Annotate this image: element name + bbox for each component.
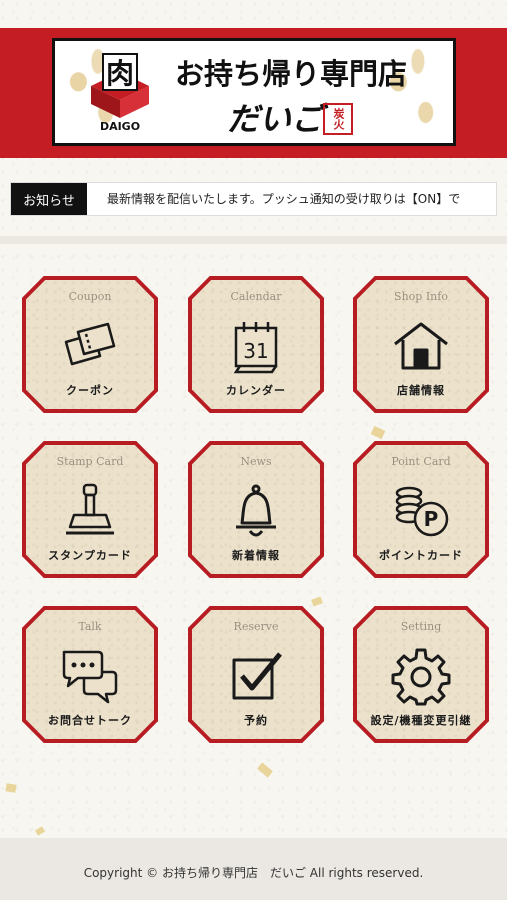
tile-label: ポイントカード [379, 549, 463, 562]
tile-label: スタンプカード [48, 549, 132, 562]
tile-english-label: Setting [400, 620, 442, 633]
coins-icon: P [395, 486, 449, 537]
tile-english-label: Point Card [391, 455, 451, 468]
app-header: 肉 DAIGO お持ち帰り専門店 だいご 炭火 [0, 28, 507, 158]
tile-label: 設定/機種変更引継 [370, 714, 472, 727]
calendar-day-number: 31 [243, 339, 268, 363]
meat-logo-icon: 肉 DAIGO [91, 53, 149, 132]
check-icon [232, 652, 282, 700]
page-footer: Copyright © お持ち帰り専門店 だいご All rights rese… [0, 838, 507, 900]
bell-icon [236, 484, 276, 537]
menu-tile-stamp-card[interactable]: Stamp Card スタンプカード [22, 441, 158, 578]
tile-english-label: Reserve [233, 620, 279, 633]
seal-stamp: 炭火 [323, 103, 353, 135]
tile-english-label: Talk [78, 620, 102, 633]
menu-tile-news[interactable]: News 新着情報 [188, 441, 324, 578]
copyright-text: Copyright © お持ち帰り専門店 だいご All rights rese… [83, 866, 424, 880]
point-badge-letter: P [424, 507, 439, 531]
coupon-icon [64, 322, 116, 366]
gear-icon [391, 648, 451, 706]
section-divider [0, 236, 507, 244]
tile-label: 予約 [244, 714, 268, 727]
shop-title: お持ち帰り専門店 [175, 57, 408, 91]
stamp-icon [66, 483, 114, 535]
tile-label: クーポン [66, 384, 114, 397]
news-ticker-text[interactable]: 最新情報を配信いたします。プッシュ通知の受け取りは【ON】で [107, 183, 460, 215]
news-label: お知らせ [11, 183, 87, 215]
tile-english-label: Calendar [230, 290, 282, 303]
shop-icon [394, 322, 448, 370]
tile-english-label: Coupon [68, 290, 112, 303]
menu-tile-calendar[interactable]: Calendar 31 カレンダー [188, 276, 324, 413]
tile-english-label: Stamp Card [56, 455, 124, 468]
tile-label: 店舗情報 [397, 384, 445, 397]
logo-kanji: 肉 [106, 57, 134, 90]
news-ticker[interactable]: お知らせ 最新情報を配信いたします。プッシュ通知の受け取りは【ON】で [10, 182, 497, 216]
shop-logo-banner: 肉 DAIGO お持ち帰り専門店 だいご 炭火 [52, 38, 456, 146]
tile-label: 新着情報 [232, 549, 280, 562]
seal-text: 炭火 [332, 108, 345, 130]
tile-english-label: News [240, 455, 272, 468]
tile-label: お問合せトーク [48, 714, 132, 727]
shop-name: だいご [227, 100, 324, 138]
menu-tile-point-card[interactable]: Point Card P ポイントカード [353, 441, 489, 578]
tile-english-label: Shop Info [394, 290, 448, 303]
gold-flake [5, 783, 17, 793]
menu-tile-reserve[interactable]: Reserve 予約 [188, 606, 324, 743]
logo-brand-text: DAIGO [100, 120, 140, 132]
menu-tile-shop-info[interactable]: Shop Info 店舗情報 [353, 276, 489, 413]
menu-tile-talk[interactable]: Talk お問合せトーク [22, 606, 158, 743]
menu-tile-coupon[interactable]: Coupon クーポン [22, 276, 158, 413]
calendar-icon: 31 [233, 322, 278, 374]
menu-tile-setting[interactable]: Setting 設定/機種変更引継 [353, 606, 489, 743]
tile-label: カレンダー [226, 384, 286, 397]
chat-icon [62, 650, 118, 704]
